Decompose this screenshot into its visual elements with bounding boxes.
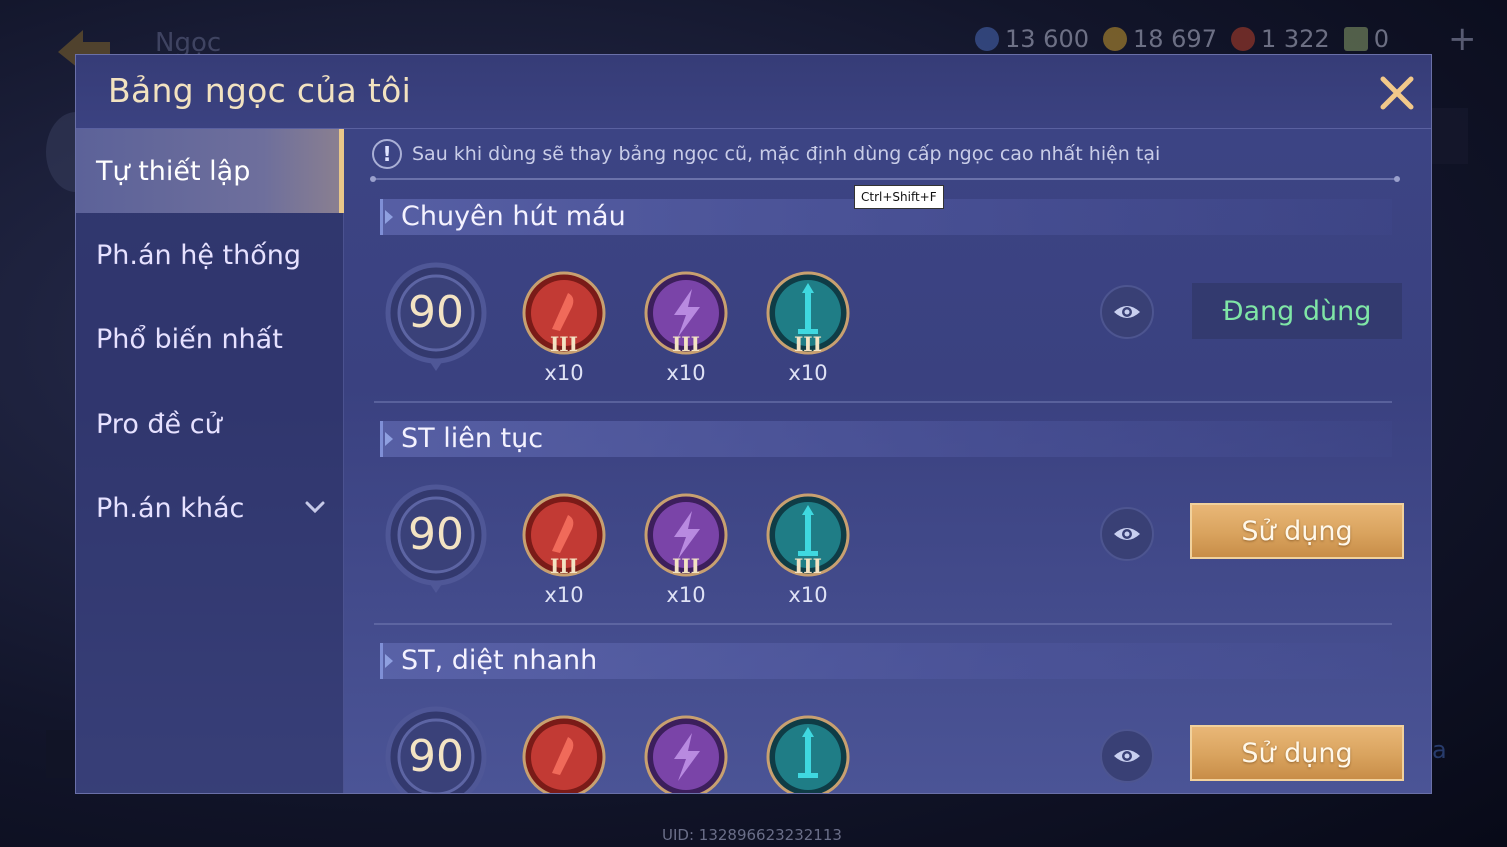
purple-lightning-gem-icon[interactable]: III [644,271,728,355]
rune-set-row: Chuyên hút máu 90 III x10 III x10 III x1… [374,199,1410,421]
red-gem-icon [1230,27,1255,51]
rune-set-name: ST, diệt nhanh [401,645,598,676]
use-button[interactable]: Sử dụng [1190,503,1404,559]
rune-set-header: ST, diệt nhanh [380,643,1392,679]
sidebar-item-label: Tự thiết lập [96,155,251,187]
dialog-title: Bảng ngọc của tôi [108,71,412,110]
sidebar-item-popular[interactable]: Phổ biến nhất [76,297,344,381]
currency-value: 0 [1373,25,1389,53]
rune-set-name: Chuyên hút máu [401,201,626,232]
add-currency-button[interactable]: + [1448,22,1477,56]
caret-icon [385,432,393,446]
uid-label: UID: 132896623232113 [662,826,842,844]
rune-set-header: ST liên tục [380,421,1392,457]
preview-button[interactable] [1100,507,1154,561]
rune-set-name: ST liên tục [401,423,544,454]
currency-card: 0 [1343,25,1389,53]
divider [374,623,1392,625]
gem-count: x10 [544,361,584,385]
chevron-down-icon [305,501,325,514]
currency-value: 13 600 [1005,25,1089,53]
eye-icon [1114,528,1140,540]
rune-page-dialog: Bảng ngọc của tôi Tự thiết lập Ph.án hệ … [75,54,1432,794]
caret-icon [385,654,393,668]
svg-text:III: III [550,332,578,355]
rune-set-row: ST, diệt nhanh 90 Sử dụng [380,643,1410,794]
currency-bar: 13 600 18 697 1 322 0 [975,24,1389,54]
teal-sword-gem-icon[interactable]: III [766,271,850,355]
close-icon[interactable] [1377,73,1417,113]
red-blade-gem-icon[interactable]: III [522,493,606,577]
svg-text:III: III [550,554,578,577]
caret-icon [385,210,393,224]
sidebar-item-pro[interactable]: Pro đề cử [76,382,344,466]
sidebar-item-label: Ph.án hệ thống [96,239,301,271]
background-panel-fragment [46,730,76,778]
eye-icon [1114,306,1140,318]
preview-button[interactable] [1100,729,1154,783]
purple-lightning-gem-icon[interactable]: III [644,493,728,577]
currency-red-gem: 1 322 [1230,25,1330,53]
rune-set-row: ST liên tục 90 III x10 III x10 III x10 S… [374,421,1410,643]
sidebar-item-label: Ph.án khác [96,492,245,524]
currency-value: 1 322 [1260,25,1330,53]
gem-count: x10 [788,583,828,607]
sidebar-item-system[interactable]: Ph.án hệ thống [76,213,344,297]
rune-level: 90 [408,731,464,782]
teal-sword-gem-icon[interactable]: III [766,493,850,577]
divider [370,176,1400,182]
notice-text: Sau khi dùng sẽ thay bảng ngọc cũ, mặc đ… [412,143,1161,165]
sidebar-item-other[interactable]: Ph.án khác [76,466,344,550]
shortcut-tooltip: Ctrl+Shift+F [854,185,944,209]
diamond-icon [975,27,999,51]
gem-count: x10 [544,583,584,607]
red-blade-gem-icon[interactable] [522,715,606,794]
gem-count: x10 [666,583,706,607]
dialog-header: Bảng ngọc của tôi [76,55,1431,129]
svg-text:III: III [794,554,822,577]
in-use-status: Đang dùng [1192,283,1402,339]
svg-text:III: III [672,332,700,355]
divider [374,401,1392,403]
sidebar: Tự thiết lập Ph.án hệ thống Phổ biến nhấ… [76,129,344,793]
teal-sword-gem-icon[interactable] [766,715,850,794]
gold-coin-icon [1102,27,1127,51]
background-text-fragment: a [1432,736,1447,764]
rune-level: 90 [408,509,464,560]
background-panel-fragment [1432,108,1468,164]
preview-button[interactable] [1100,285,1154,339]
gem-count: x10 [666,361,706,385]
red-blade-gem-icon[interactable]: III [522,271,606,355]
currency-gold: 18 697 [1102,25,1217,53]
sidebar-item-label: Phổ biến nhất [96,323,283,355]
svg-text:III: III [794,332,822,355]
rune-level: 90 [408,287,464,338]
info-icon: ! [372,139,402,169]
rune-set-list[interactable]: ! Sau khi dùng sẽ thay bảng ngọc cũ, mặc… [344,129,1431,794]
sidebar-item-custom[interactable]: Tự thiết lập [76,129,344,213]
use-button[interactable]: Sử dụng [1190,725,1404,781]
eye-icon [1114,750,1140,762]
card-icon [1343,27,1368,51]
currency-diamond: 13 600 [975,25,1089,53]
svg-text:III: III [672,554,700,577]
purple-lightning-gem-icon[interactable] [644,715,728,794]
sidebar-item-label: Pro đề cử [96,408,222,440]
currency-value: 18 697 [1132,25,1217,53]
notice-bar: ! Sau khi dùng sẽ thay bảng ngọc cũ, mặc… [372,139,1160,169]
gem-count: x10 [788,361,828,385]
